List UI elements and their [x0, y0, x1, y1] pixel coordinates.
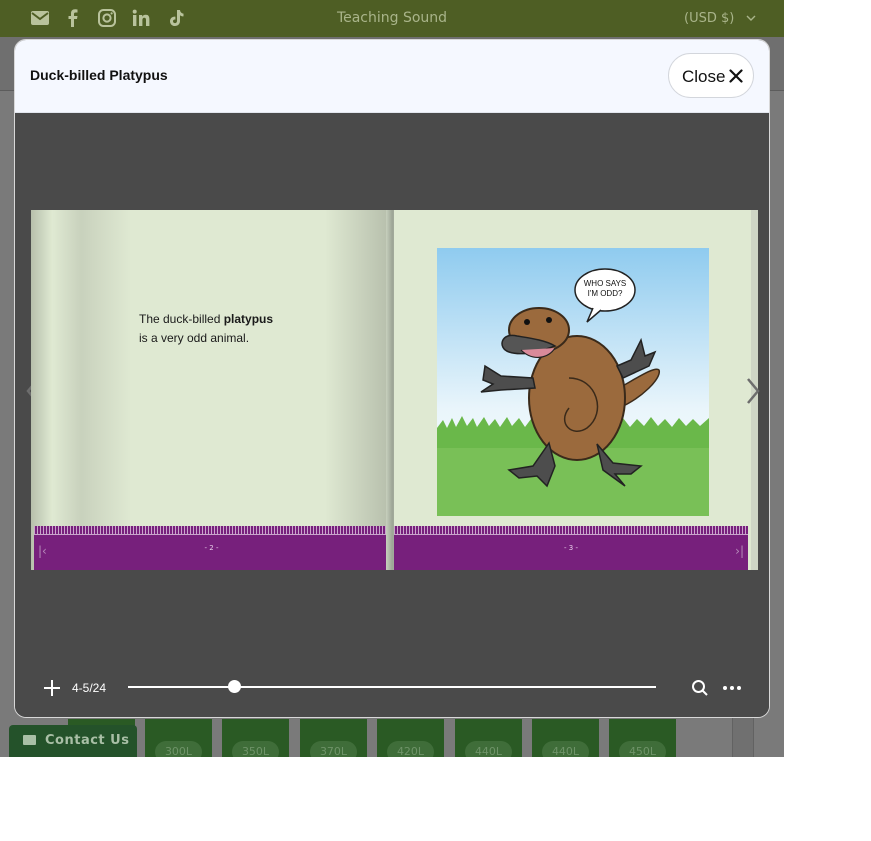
more-options-icon[interactable]	[720, 677, 744, 699]
chevron-down-icon	[746, 15, 756, 21]
footer-ruler	[394, 526, 748, 535]
currency-label: (USD $)	[684, 11, 735, 26]
page-text: The duck-billed platypus is a very odd a…	[139, 310, 273, 348]
store-brand[interactable]: Teaching Sound	[300, 10, 484, 26]
tiktok-icon[interactable]	[166, 8, 186, 28]
level-tile[interactable]: 300L	[145, 719, 212, 757]
page-shading	[31, 210, 389, 570]
modal-title: Duck-billed Platypus	[30, 67, 168, 83]
flipbook-modal: Duck-billed Platypus Close The duck-bill…	[14, 39, 770, 718]
first-page-icon[interactable]: |‹	[38, 544, 47, 558]
page-text-line2: is a very odd animal.	[139, 331, 250, 345]
level-tile[interactable]: 450L	[609, 719, 676, 757]
last-page-icon[interactable]: ›|	[735, 544, 744, 558]
viewer-toolbar: 4-5/24	[15, 670, 769, 710]
contact-us-label: Contact Us	[45, 733, 130, 748]
next-page-arrow-icon[interactable]	[743, 376, 763, 406]
linkedin-icon[interactable]	[131, 8, 151, 28]
page-text-start: The duck-billed	[139, 312, 224, 326]
page-slider-handle[interactable]	[227, 680, 241, 693]
announcement-bar: Teaching Sound (USD $)	[0, 0, 784, 37]
level-label: 440L	[465, 741, 512, 757]
level-tile[interactable]: 350L	[222, 719, 289, 757]
book-spread[interactable]: The duck-billed platypus is a very odd a…	[31, 210, 758, 570]
instagram-icon[interactable]	[97, 8, 117, 28]
level-tile[interactable]: 370L	[300, 719, 367, 757]
close-button[interactable]: Close	[668, 53, 754, 98]
page-counter: 4-5/24	[72, 681, 107, 695]
book-page-right[interactable]: WHO SAYS I'M ODD? - 3 - ›|	[394, 210, 758, 570]
level-tile[interactable]: 440L	[455, 719, 522, 757]
book-page-left[interactable]: The duck-billed platypus is a very odd a…	[31, 210, 389, 570]
facebook-icon[interactable]	[63, 8, 83, 28]
level-tile[interactable]: 420L	[377, 719, 444, 757]
page-text-bold: platypus	[223, 312, 274, 326]
close-label: Close	[682, 67, 726, 86]
level-label: 350L	[232, 741, 279, 757]
close-icon	[729, 69, 743, 83]
flipbook-viewer: The duck-billed platypus is a very odd a…	[15, 113, 769, 717]
zoom-in-icon[interactable]	[41, 677, 63, 699]
level-label: 450L	[619, 741, 666, 757]
level-label: 370L	[310, 741, 357, 757]
page-slider[interactable]	[128, 686, 656, 688]
level-label: 300L	[155, 741, 202, 757]
level-tile[interactable]: 440L	[532, 719, 599, 757]
envelope-icon	[23, 735, 36, 745]
email-icon[interactable]	[30, 8, 50, 28]
speech-bubble-line1: WHO SAYS	[584, 279, 627, 288]
page-text-line1: The duck-billed platypus	[139, 312, 273, 326]
page-footer-band: - 2 - |‹	[34, 526, 389, 570]
page-number: - 3 -	[564, 544, 578, 552]
level-label: 420L	[387, 741, 434, 757]
modal-header: Duck-billed Platypus Close	[15, 40, 769, 113]
contact-us-button[interactable]: Contact Us	[9, 725, 137, 757]
page-footer-band: - 3 - ›|	[394, 526, 748, 570]
search-icon[interactable]	[689, 677, 711, 699]
page-number: - 2 -	[204, 544, 219, 552]
footer-ruler	[34, 526, 389, 535]
level-label: 440L	[542, 741, 589, 757]
currency-selector[interactable]: (USD $)	[684, 11, 756, 26]
speech-bubble-line2: I'M ODD?	[588, 289, 623, 298]
platypus-illustration: WHO SAYS I'M ODD?	[437, 248, 709, 516]
